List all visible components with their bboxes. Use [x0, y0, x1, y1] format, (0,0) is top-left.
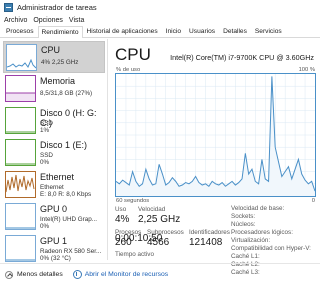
graph-x-min: 0: [311, 198, 315, 204]
speed-value: 2,25 GHz: [138, 214, 181, 225]
sidebar-item-usage: 0%: [40, 159, 50, 166]
sidebar-item-detail: 4% 2,25 GHz: [41, 59, 79, 66]
tab-bar: Procesos Rendimiento Historial de aplica…: [0, 26, 320, 38]
cpu-usage-chart: [116, 74, 315, 196]
sidebar-item-detail: SSD: [40, 120, 53, 127]
sidebar-item-label: CPU: [41, 45, 61, 55]
sidebar-item-ethernet[interactable]: Ethernet Ethernet E: 8,0 R: 8,0 Kbps: [3, 169, 105, 201]
sidebar-item-label: GPU 1: [40, 236, 68, 246]
speed-label: Velocidad: [138, 206, 166, 213]
spec-virtualization: Virtualización:: [231, 237, 271, 244]
cpu-detail-panel: CPU Intel(R) Core(TM) i7-9700K CPU @ 3.6…: [109, 39, 320, 276]
gpu1-thumbnail: [5, 235, 36, 262]
spec-base-speed: Velocidad de base:: [231, 205, 285, 212]
sidebar-item-detail: 8,5/31,8 GB (27%): [40, 90, 93, 97]
sidebar-item-memoria[interactable]: Memoria 8,5/31,8 GB (27%): [3, 73, 105, 105]
menu-bar: Archivo Opciones Vista: [0, 15, 320, 26]
chevron-up-icon[interactable]: [5, 270, 13, 279]
uptime-label: Tiempo activo: [115, 251, 154, 258]
sidebar-item-detail: Ethernet: [40, 184, 64, 191]
tab-rendimiento[interactable]: Rendimiento: [37, 26, 83, 38]
menu-opciones[interactable]: Opciones: [33, 17, 63, 24]
cpu-model-name: Intel(R) Core(TM) i7-9700K CPU @ 3.60GHz: [170, 53, 314, 62]
tab-usuarios[interactable]: Usuarios: [185, 26, 219, 37]
sidebar-item-label: GPU 0: [40, 204, 68, 214]
cpu-usage-graph: [115, 73, 316, 197]
title-bar: Administrador de tareas: [0, 0, 320, 15]
open-resource-monitor-link[interactable]: Abrir el Monitor de recursos: [85, 271, 168, 278]
tab-inicio[interactable]: Inicio: [162, 26, 185, 37]
sidebar-item-cpu[interactable]: CPU 4% 2,25 GHz: [3, 41, 105, 73]
handles-value: 121408: [189, 237, 223, 248]
usage-label: Uso: [115, 206, 127, 213]
menu-archivo[interactable]: Archivo: [4, 17, 27, 24]
ethernet-thumbnail: [5, 171, 36, 198]
uptime-value: 0:00:10:50: [115, 233, 163, 244]
resource-sidebar: CPU 4% 2,25 GHz Memoria 8,5/31,8 GB (27%…: [0, 39, 108, 262]
tab-servicios[interactable]: Servicios: [251, 26, 286, 37]
usage-value: 4%: [115, 214, 130, 225]
sidebar-item-label: Ethernet: [40, 172, 75, 182]
memory-thumbnail: [5, 75, 36, 102]
tab-procesos[interactable]: Procesos: [2, 26, 38, 37]
task-manager-icon: [4, 3, 13, 12]
tab-historial[interactable]: Historial de aplicaciones: [83, 26, 162, 37]
spec-cores: Núcleos:: [231, 221, 256, 228]
sidebar-item-disco-0[interactable]: Disco 0 (H: G: C:) SSD 1%: [3, 105, 105, 137]
spec-cache-l1: Caché L1:: [231, 253, 260, 260]
sidebar-item-detail: SSD: [40, 152, 53, 159]
tab-detalles[interactable]: Detalles: [219, 26, 251, 37]
sidebar-item-detail: Intel(R) UHD Grap...: [40, 216, 98, 223]
sidebar-item-usage: 0%: [40, 223, 50, 230]
less-details-link[interactable]: Menos detalles: [17, 271, 63, 278]
handles-label: Identificadores: [189, 229, 230, 236]
sidebar-item-usage: E: 8,0 R: 8,0 Kbps: [40, 191, 92, 198]
sidebar-item-gpu-0[interactable]: GPU 0 Intel(R) UHD Grap... 0%: [3, 201, 105, 233]
spec-logical-processors: Procesadores lógicos:: [231, 229, 293, 236]
disk0-thumbnail: [5, 107, 36, 134]
footer-bar: Menos detalles Abrir el Monitor de recur…: [0, 263, 320, 285]
graph-x-label: 60 segundos: [116, 198, 150, 204]
sidebar-item-gpu-1[interactable]: GPU 1 Radeon RX 580 Ser... 0% (32 °C): [3, 233, 105, 265]
spec-hyperv: Compatibilidad con Hyper-V:: [231, 245, 311, 252]
sidebar-item-usage: 1%: [40, 127, 50, 134]
menu-vista[interactable]: Vista: [69, 17, 84, 24]
sidebar-item-usage: 0% (32 °C): [40, 255, 71, 262]
page-title: CPU: [115, 45, 151, 64]
cpu-thumbnail: [6, 44, 37, 71]
sidebar-item-detail: Radeon RX 580 Ser...: [40, 248, 102, 255]
gpu0-thumbnail: [5, 203, 36, 230]
disk1-thumbnail: [5, 139, 36, 166]
spec-sockets: Sockets:: [231, 213, 256, 220]
sidebar-item-label: Disco 1 (E:): [40, 140, 88, 150]
sidebar-item-label: Memoria: [40, 76, 76, 86]
sidebar-item-disco-1[interactable]: Disco 1 (E:) SSD 0%: [3, 137, 105, 169]
window-title: Administrador de tareas: [17, 3, 97, 12]
resource-monitor-icon: [72, 270, 82, 279]
